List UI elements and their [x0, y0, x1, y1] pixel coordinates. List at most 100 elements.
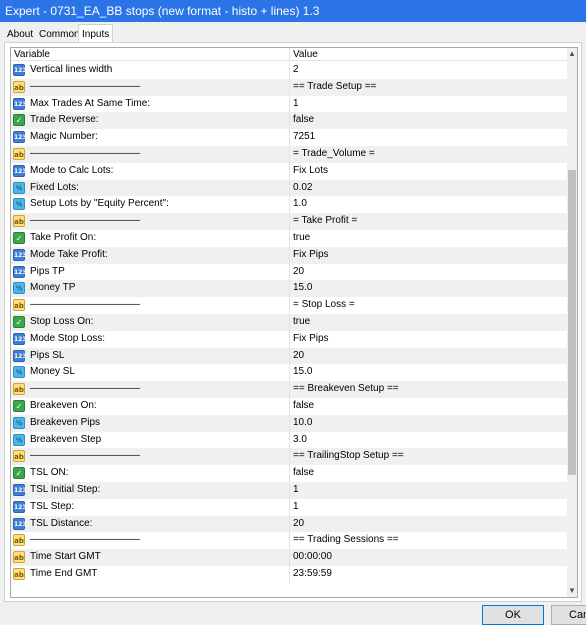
scroll-down-icon[interactable]: ▼ — [567, 585, 577, 597]
table-row[interactable]: 123 Mode Take Profit: Fix Pips — [11, 246, 568, 264]
tab-about[interactable]: About — [4, 28, 37, 43]
variable-name: Breakeven Pips — [30, 416, 101, 428]
variable-value[interactable]: 0.02 — [293, 180, 565, 197]
column-divider — [289, 364, 290, 382]
table-row[interactable]: ✓ Stop Loss On: true — [11, 313, 568, 331]
variable-name: Pips SL — [30, 349, 65, 361]
table-row[interactable]: ½ Setup Lots by "Equity Percent": 1.0 — [11, 196, 568, 214]
scroll-up-icon[interactable]: ▲ — [567, 48, 577, 60]
table-row[interactable]: ab ——————————— = Stop Loss = — [11, 297, 568, 314]
variable-value[interactable]: 1.0 — [293, 196, 565, 213]
table-row[interactable]: ab ——————————— == TrailingStop Setup == — [11, 448, 568, 466]
column-divider — [289, 62, 290, 79]
table-row[interactable]: ½ Money SL 15.0 — [11, 364, 568, 382]
table-row[interactable]: ✓ TSL ON: false — [11, 465, 568, 482]
table-row[interactable]: ½ Breakeven Pips 10.0 — [11, 414, 568, 432]
variable-value[interactable]: 20 — [293, 348, 565, 365]
table-row[interactable]: 123 Max Trades At Same Time: 1 — [11, 95, 568, 113]
variable-name: ——————————— — [30, 383, 140, 395]
table-row[interactable]: ab ——————————— == Trading Sessions == — [11, 532, 568, 550]
table-row[interactable]: ab ——————————— == Trade Setup == — [11, 78, 568, 96]
variable-value[interactable]: 00:00:00 — [293, 549, 565, 566]
string-type-icon: ab — [13, 215, 25, 228]
variable-name: Mode Take Profit: — [30, 248, 108, 260]
integer-type-icon: 123 — [13, 131, 27, 144]
ok-button[interactable]: OK — [482, 605, 544, 625]
table-row[interactable]: ½ Breakeven Step 3.0 — [11, 431, 568, 449]
table-row[interactable]: ab ——————————— = Take Profit = — [11, 213, 568, 230]
variable-name: TSL Initial Step: — [30, 483, 101, 495]
table-row[interactable]: ab ——————————— == Breakeven Setup == — [11, 381, 568, 398]
table-row[interactable]: 123 Magic Number: 7251 — [11, 129, 568, 146]
double-type-icon: ½ — [13, 181, 25, 194]
vertical-scrollbar[interactable]: ▲ ▼ — [567, 48, 577, 597]
variable-value[interactable]: == Trade Setup == — [293, 79, 565, 96]
column-divider — [289, 381, 290, 398]
table-row[interactable]: ab Time Start GMT 00:00:00 — [11, 549, 568, 566]
table-row[interactable]: 123 Pips TP 20 — [11, 263, 568, 281]
tab-common[interactable]: Common — [36, 28, 83, 43]
variable-value[interactable]: 3.0 — [293, 432, 565, 449]
table-row[interactable]: 123 TSL Distance: 20 — [11, 515, 568, 533]
table-row[interactable]: 123 TSL Step: 1 — [11, 498, 568, 516]
table-row[interactable]: ✓ Trade Reverse: false — [11, 112, 568, 130]
integer-type-icon: 123 — [13, 164, 27, 177]
table-row[interactable]: ½ Fixed Lots: 0.02 — [11, 179, 568, 197]
variable-name: Fixed Lots: — [30, 181, 79, 193]
variable-value[interactable]: false — [293, 465, 565, 482]
column-divider — [289, 431, 290, 449]
boolean-type-icon: ✓ — [13, 231, 25, 244]
table-row[interactable]: ab Time End GMT 23:59:59 — [11, 565, 568, 583]
variable-value[interactable]: 1 — [293, 96, 565, 113]
variable-value[interactable]: Fix Lots — [293, 163, 565, 180]
variable-name: Money TP — [30, 282, 76, 294]
string-type-icon: ab — [13, 383, 25, 396]
table-row[interactable]: 123 TSL Initial Step: 1 — [11, 481, 568, 499]
double-type-icon: ½ — [13, 433, 25, 446]
variable-value[interactable]: true — [293, 230, 565, 247]
boolean-type-icon: ✓ — [13, 467, 25, 480]
variable-value[interactable]: 15.0 — [293, 280, 565, 297]
variable-value[interactable]: Fix Pips — [293, 331, 565, 348]
variable-value[interactable]: false — [293, 398, 565, 415]
table-row[interactable]: 123 Mode to Calc Lots: Fix Lots — [11, 162, 568, 180]
variable-value[interactable]: = Take Profit = — [293, 213, 565, 230]
variable-value[interactable]: Fix Pips — [293, 247, 565, 264]
cancel-button[interactable]: Cancel — [551, 605, 586, 625]
table-row[interactable]: ab ——————————— = Trade_Volume = — [11, 145, 568, 163]
table-row[interactable]: 123 Vertical lines width 2 — [11, 62, 568, 79]
table-row[interactable]: ½ Money TP 15.0 — [11, 280, 568, 298]
variable-value[interactable]: 23:59:59 — [293, 566, 565, 583]
tab-inputs[interactable]: Inputs — [78, 24, 114, 43]
variable-value[interactable]: 2 — [293, 62, 565, 79]
variable-name: ——————————— — [30, 147, 140, 159]
header-variable[interactable]: Variable — [14, 48, 50, 61]
variable-value[interactable]: = Stop Loss = — [293, 297, 565, 314]
variable-value[interactable]: false — [293, 112, 565, 129]
variable-value[interactable]: 10.0 — [293, 415, 565, 432]
variable-value[interactable]: 7251 — [293, 129, 565, 146]
column-divider — [289, 515, 290, 533]
variable-value[interactable]: 1 — [293, 482, 565, 499]
variable-value[interactable]: == Trading Sessions == — [293, 532, 565, 549]
variable-value[interactable]: 20 — [293, 264, 565, 281]
table-row[interactable]: ✓ Breakeven On: false — [11, 397, 568, 415]
inputs-panel: Variable Value 123 Vertical lines width 2 a… — [4, 42, 582, 602]
variable-value[interactable]: true — [293, 314, 565, 331]
variable-name: ——————————— — [30, 80, 140, 92]
variable-value[interactable]: == TrailingStop Setup == — [293, 448, 565, 465]
table-row[interactable]: ✓ Take Profit On: true — [11, 229, 568, 247]
header-divider[interactable] — [289, 48, 290, 61]
table-row[interactable]: 123 Pips SL 20 — [11, 347, 568, 365]
variable-value[interactable]: 1 — [293, 499, 565, 516]
variable-name: Time End GMT — [30, 567, 98, 579]
variable-value[interactable]: 15.0 — [293, 364, 565, 381]
variable-value[interactable]: = Trade_Volume = — [293, 146, 565, 163]
scrollbar-thumb[interactable] — [568, 170, 576, 475]
table-row[interactable]: 123 Mode Stop Loss: Fix Pips — [11, 330, 568, 348]
string-type-icon: ab — [13, 299, 25, 312]
variable-value[interactable]: 20 — [293, 516, 565, 533]
variable-name: ——————————— — [30, 299, 140, 311]
header-value[interactable]: Value — [293, 48, 318, 61]
variable-value[interactable]: == Breakeven Setup == — [293, 381, 565, 398]
